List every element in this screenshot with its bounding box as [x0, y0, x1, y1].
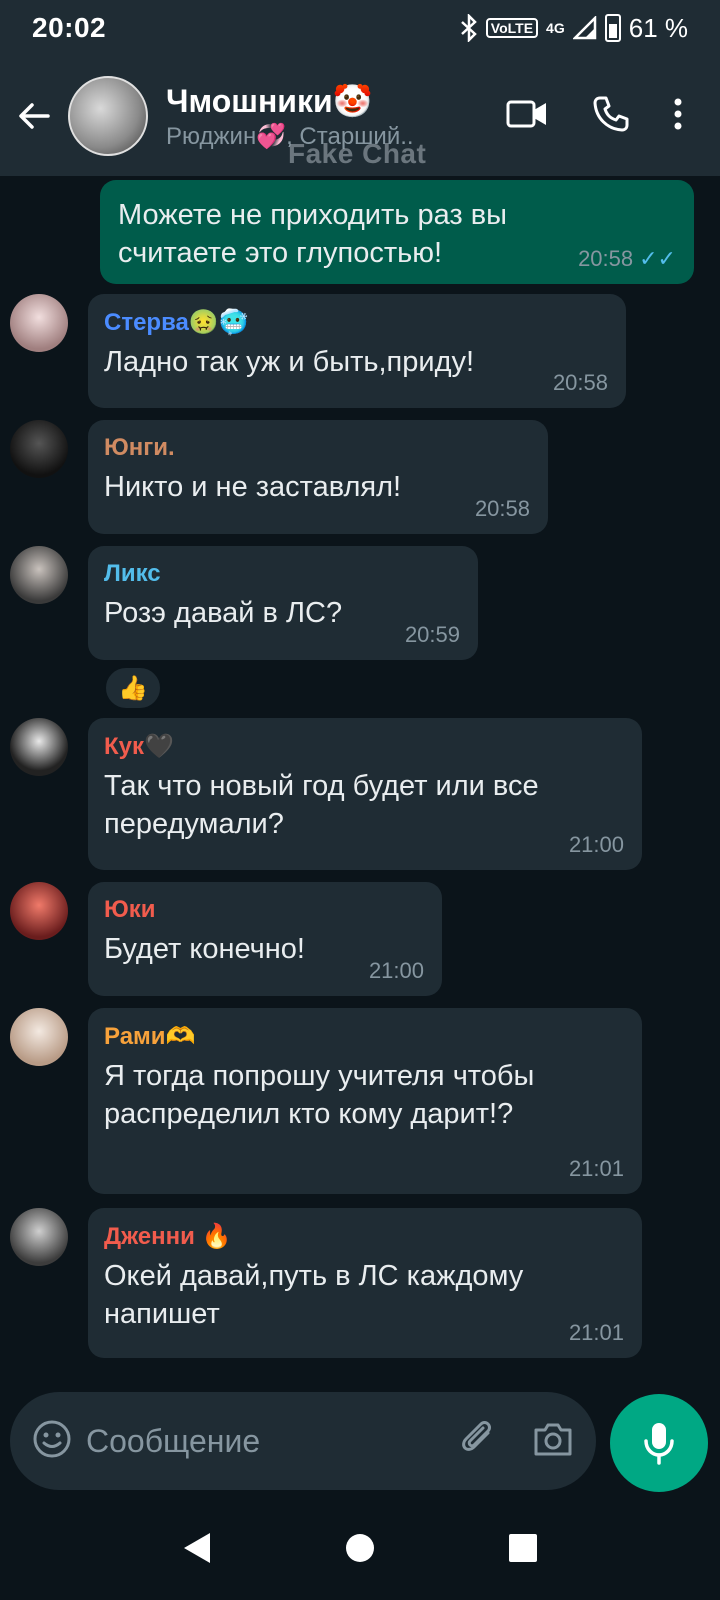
bluetooth-icon [460, 14, 478, 42]
avatar[interactable] [10, 294, 68, 352]
fake-chat-watermark: Fake Chat [288, 138, 427, 169]
message-incoming[interactable]: Рами🫶 Я тогда попрошу учителя чтобы расп… [88, 1008, 642, 1194]
back-button[interactable] [0, 56, 68, 176]
video-call-icon [506, 100, 546, 127]
message-list[interactable]: Можете не приходить раз вы считаете это … [0, 176, 720, 1384]
sender-name: Кук🖤 [104, 733, 174, 760]
avatar[interactable] [10, 546, 68, 604]
network-type: 4G [546, 20, 565, 36]
status-bar: 20:02 VoLTE 4G 61 % [0, 0, 720, 56]
system-nav-bar [0, 1500, 720, 1600]
message-incoming[interactable]: Ликс Розэ давай в ЛС? 20:59 [88, 546, 478, 660]
video-call-button[interactable] [506, 98, 548, 135]
battery-icon [604, 14, 621, 42]
message-incoming[interactable]: Кук🖤 Так что новый год будет или все пер… [88, 718, 642, 870]
avatar[interactable] [10, 718, 68, 776]
chat-title: Чмошники🤡 [166, 82, 373, 119]
attach-button[interactable] [460, 1419, 500, 1464]
sender-name: Юки [104, 896, 156, 923]
reaction-thumbs-up[interactable]: 👍 [104, 666, 162, 710]
emoji-button[interactable] [32, 1419, 72, 1464]
message-time: 20:58 [474, 496, 530, 521]
message-incoming[interactable]: Юнги. Никто и не заставлял! 20:58 [88, 420, 548, 534]
message-time: 20:58 ✓✓ [578, 246, 676, 271]
message-incoming[interactable]: Стерва🤢🥶 Ладно так уж и быть,приду! 20:5… [88, 294, 626, 408]
voice-call-button[interactable] [592, 95, 630, 138]
nav-back-button[interactable] [182, 1531, 212, 1570]
group-avatar[interactable] [68, 76, 148, 156]
avatar[interactable] [10, 1208, 68, 1266]
nav-recents-button[interactable] [508, 1533, 538, 1568]
sender-name: Юнги. [104, 434, 175, 461]
sender-name: Стерва🤢🥶 [104, 309, 249, 336]
avatar[interactable] [10, 882, 68, 940]
message-text: Окей давай,путь в ЛС каждому напишет [104, 1260, 524, 1330]
message-time: 21:00 [368, 958, 424, 983]
volte-badge: VoLTE [485, 18, 539, 38]
message-text: Можете не приходить раз вы считаете это … [118, 199, 507, 269]
composer-actions [460, 1419, 574, 1464]
arrow-left-icon [19, 103, 50, 129]
square-recents-icon [509, 1533, 537, 1562]
message-text: Так что новый год будет или все передума… [104, 770, 539, 840]
message-text: Ладно так уж и быть,приду! [104, 346, 475, 378]
camera-button[interactable] [532, 1420, 574, 1463]
sender-name: Дженни 🔥 [104, 1223, 232, 1250]
sender-name: Рами🫶 [104, 1023, 196, 1050]
avatar[interactable] [10, 420, 68, 478]
message-time: 21:01 [568, 1320, 624, 1345]
message-time: 20:58 [552, 370, 608, 395]
message-incoming[interactable]: Дженни 🔥 Окей давай,путь в ЛС каждому на… [88, 1208, 642, 1358]
status-icons: VoLTE 4G 61 % [460, 13, 688, 44]
emoji-icon [33, 1420, 71, 1457]
message-time: 21:00 [568, 832, 624, 857]
phone-icon [593, 96, 629, 131]
sender-name: Ликс [104, 560, 161, 587]
battery-percent: 61 % [628, 12, 688, 43]
more-options-button[interactable] [674, 98, 682, 135]
message-outgoing[interactable]: Можете не приходить раз вы считаете это … [100, 180, 694, 284]
read-receipt-icon: ✓✓ [639, 246, 676, 271]
camera-icon [534, 1423, 572, 1455]
more-vert-icon [674, 98, 682, 129]
message-time: 20:59 [404, 622, 460, 647]
triangle-back-icon [184, 1532, 210, 1563]
mic-icon [644, 1423, 674, 1465]
voice-record-button[interactable] [610, 1394, 708, 1492]
thumbs-up-icon: 👍 [118, 674, 148, 702]
message-text: Я тогда попрошу учителя чтобы распредели… [104, 1060, 535, 1130]
message-incoming[interactable]: Юки Будет конечно! 21:00 [88, 882, 442, 996]
message-input[interactable]: Сообщение [86, 1423, 460, 1460]
message-text: Никто и не заставлял! [104, 471, 402, 503]
header-actions [506, 95, 720, 138]
circle-home-icon [346, 1533, 374, 1562]
status-time: 20:02 [32, 12, 107, 43]
message-composer[interactable]: Сообщение [10, 1392, 596, 1490]
signal-icon [572, 16, 597, 40]
paperclip-icon [462, 1420, 491, 1451]
avatar[interactable] [10, 1008, 68, 1066]
message-time: 21:01 [568, 1156, 624, 1181]
nav-home-button[interactable] [344, 1532, 376, 1569]
